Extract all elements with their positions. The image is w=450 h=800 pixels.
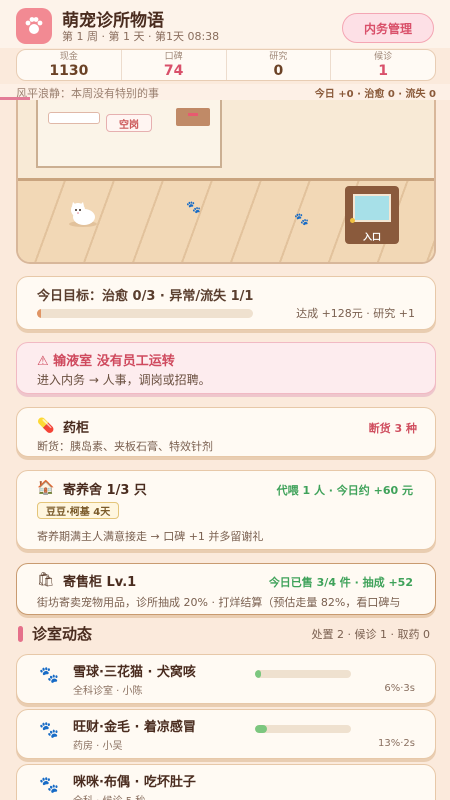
stat-cash: 现金 1130: [17, 50, 122, 80]
consignment-note: 街坊寄卖宠物用品，诊所抽成 20% · 打烊结算（预估走量 82%，看口碑与: [37, 596, 401, 609]
goal-title: 今日目标：治愈 0/3 · 异常/流失 1/1: [37, 289, 254, 304]
stat-research: 研究 0: [227, 50, 332, 80]
consignment-card[interactable]: 🛍 寄售柜 Lv.1 今日已售 3/4 件 · 抽成 +52 街坊寄卖宠物用品，…: [16, 563, 436, 615]
paw-icon: 🐾: [39, 720, 59, 739]
cabinet-title: 药柜: [63, 421, 90, 436]
staff-alert-card[interactable]: ⚠ 输液室 没有员工运转 进入内务 → 人事，调岗或招聘。: [16, 342, 436, 394]
treatment-progress-bar: [255, 725, 351, 733]
wall-shelf: [48, 112, 100, 124]
stat-value: 1: [378, 62, 388, 79]
treatment-progress-fill: [255, 670, 261, 678]
goal-progress-fill: [37, 309, 42, 318]
alert-text: 进入内务 → 人事，调岗或招聘。: [37, 373, 211, 387]
section-accent: [18, 626, 23, 642]
boarding-card[interactable]: 🏠 寄养舍 1/3 只 代喂 1 人 · 今日约 +60 元 豆豆·柯基 4天 …: [16, 470, 436, 550]
stat-label: 候诊: [374, 51, 393, 62]
game-date: 第 1 周 · 第 1 天 · 第1天 08:38: [62, 30, 220, 43]
door-knob: [350, 218, 355, 223]
section-title: 诊室动态: [32, 625, 93, 643]
stat-value: 74: [163, 62, 184, 79]
patient-name: 雪球·三花猫 · 犬窝咳: [73, 665, 196, 680]
stat-value: 0: [273, 62, 284, 79]
treatment-progress-fill: [255, 725, 268, 733]
floor-edge: [18, 178, 434, 181]
reception-wall: 空岗: [36, 100, 222, 168]
patient-location: 全科 · 候诊 5 秒: [73, 792, 145, 800]
app-header: 萌宠诊所物语 第 1 周 · 第 1 天 · 第1天 08:38 内务管理: [0, 0, 450, 48]
patient-row[interactable]: 🐾 咪咪·布偶 · 吃坏肚子 全科 · 候诊 5 秒: [16, 764, 436, 800]
goal-reward: 达成 +128元 · 研究 +1: [296, 307, 415, 320]
consignment-sales: 今日已售 3/4 件 · 抽成 +52: [268, 576, 413, 589]
patient-location: 药房 · 小吴: [73, 741, 123, 752]
house-icon: 🏠: [37, 480, 55, 496]
door-label: 入口: [362, 233, 381, 243]
stat-waiting: 候诊 1: [331, 50, 435, 80]
pill-icon: 💊: [37, 418, 55, 434]
daily-summary: 今日 +0 · 治愈 0 · 流失 0: [314, 89, 436, 100]
stockout-list: 断货：胰岛素、夹板石膏、特效针剂: [37, 440, 213, 453]
patient-location: 全科诊室 · 小陈: [73, 686, 143, 697]
boarding-income: 代喂 1 人 · 今日约 +60 元: [276, 484, 413, 497]
stat-label: 口碑: [164, 51, 183, 62]
treatment-progress-text: 13%·2s: [378, 738, 415, 749]
alert-title: ⚠ 输液室 没有员工运转: [37, 354, 175, 369]
section-meta: 处置 2 · 候诊 1 · 取药 0: [311, 628, 430, 641]
patient-name: 咪咪·布偶 · 吃坏肚子: [73, 775, 196, 790]
stockout-badge: 断货 3 种: [368, 422, 417, 435]
daily-goal-card[interactable]: 今日目标：治愈 0/3 · 异常/流失 1/1 达成 +128元 · 研究 +1: [16, 276, 436, 330]
patient-name: 旺财·金毛 · 着凉感冒: [73, 720, 196, 735]
paw-icon: 🐾: [39, 775, 59, 794]
paw-print-icon: 🐾: [294, 212, 309, 226]
stat-label: 现金: [59, 51, 78, 62]
patient-row[interactable]: 🐾 雪球·三花猫 · 犬窝咳 全科诊室 · 小陈 6%·3s: [16, 654, 436, 704]
stat-label: 研究: [269, 51, 288, 62]
paw-icon: 🐾: [39, 665, 59, 684]
boarding-note: 寄养期满主人满意接走 → 口碑 +1 并多留谢礼: [37, 530, 264, 543]
boarded-pet-chip[interactable]: 豆豆·柯基 4天: [37, 502, 120, 519]
goal-progress-bar: [37, 309, 253, 318]
first-aid-box-icon: [176, 108, 210, 126]
treatment-progress-text: 6%·3s: [384, 683, 415, 694]
consignment-title: 寄售柜 Lv.1: [63, 575, 137, 590]
vacant-post-sign[interactable]: 空岗: [106, 114, 152, 132]
medicine-cabinet-card[interactable]: 💊 药柜 断货 3 种 断货：胰岛素、夹板石膏、特效针剂: [16, 407, 436, 457]
boarding-title: 寄养舍 1/3 只: [63, 483, 147, 498]
door-window: [353, 194, 391, 222]
week-event-text: 风平浪静：本周没有特别的事: [16, 87, 159, 100]
status-strip: 风平浪静：本周没有特别的事 今日 +0 · 治愈 0 · 流失 0: [0, 84, 450, 100]
stats-bar: 现金 1130 口碑 74 研究 0 候诊 1: [16, 49, 436, 81]
clinic-scene[interactable]: 空岗 🐾 🐾 入口: [16, 100, 436, 264]
stat-value: 1130: [49, 62, 89, 79]
manage-button[interactable]: 内务管理: [342, 13, 434, 43]
stat-reputation: 口碑 74: [122, 50, 227, 80]
patient-row[interactable]: 🐾 旺财·金毛 · 着凉感冒 药房 · 小吴 13%·2s: [16, 709, 436, 759]
paw-logo-icon: [16, 8, 52, 44]
treatment-progress-bar: [255, 670, 351, 678]
pet-sprite-icon[interactable]: [66, 200, 100, 228]
entrance-door[interactable]: 入口: [345, 186, 399, 244]
paw-print-icon: 🐾: [186, 200, 201, 214]
shopping-bag-icon: 🛍: [37, 572, 55, 588]
